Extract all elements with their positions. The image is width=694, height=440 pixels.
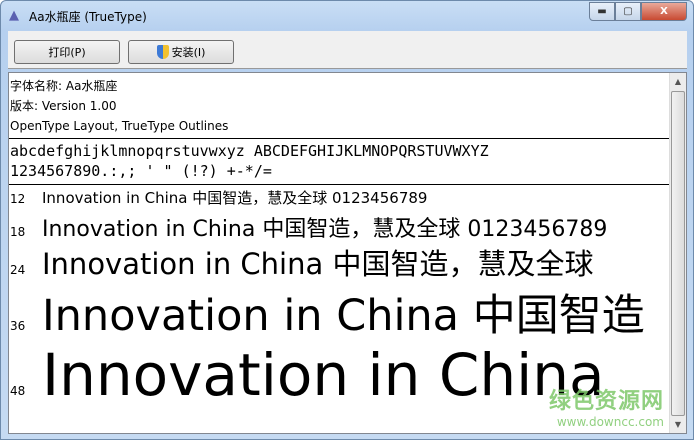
sample-size: 48 <box>10 384 26 398</box>
close-button[interactable]: X <box>641 2 687 21</box>
install-label: 安装(I) <box>171 46 206 59</box>
watermark: 绿色资源网 www.downcc.com <box>549 383 664 429</box>
sample-size: 12 <box>10 192 26 206</box>
scroll-up-arrow-icon[interactable]: ▲ <box>670 73 686 90</box>
sample-row: 18 Innovation in China 中国智造，慧及全球 01234567… <box>9 211 686 242</box>
watermark-url: www.downcc.com <box>556 415 664 429</box>
print-label: 打印(P) <box>48 46 86 59</box>
watermark-cn: 绿色资源网 <box>548 389 664 414</box>
font-type: OpenType Layout, TrueType Outlines <box>10 119 229 133</box>
sample-text: Innovation in China 中国智造，慧及全球 0123456789 <box>42 217 608 242</box>
sample-size: 24 <box>10 263 26 277</box>
font-viewer-window: ▲ Aa水瓶座 (TrueType) ▬ ▢ X 打印(P) 安装(I) 字体名… <box>0 0 694 440</box>
charset-symbols: 1234567890.:,; ' " (!?) +-*/= <box>10 162 272 180</box>
sample-text: Innovation in China 中国智造，慧及全球 <box>42 247 594 281</box>
sample-row: 24 Innovation in China 中国智造，慧及全球 <box>9 241 686 281</box>
divider <box>9 184 676 185</box>
title-bar: ▲ Aa水瓶座 (TrueType) <box>9 7 147 25</box>
uac-shield-icon <box>156 45 169 59</box>
font-name: 字体名称: Aa水瓶座 <box>10 79 118 93</box>
charset-letters: abcdefghijklmnopqrstuvwxyz ABCDEFGHIJKLM… <box>10 142 489 160</box>
sample-text: Innovation in China <box>42 341 605 409</box>
sample-size: 18 <box>10 225 26 239</box>
print-button[interactable]: 打印(P) <box>14 40 120 64</box>
sample-size: 36 <box>10 319 26 333</box>
sample-row: 12 Innovation in China 中国智造，慧及全球 01234567… <box>9 187 686 211</box>
install-button[interactable]: 安装(I) <box>128 40 234 64</box>
minimize-button[interactable]: ▬ <box>589 2 615 21</box>
font-preview: 字体名称: Aa水瓶座 版本: Version 1.00 OpenType La… <box>8 72 687 434</box>
sample-row: 36 Innovation in China 中国智造 <box>9 281 686 341</box>
font-app-icon: ▲ <box>9 8 19 23</box>
sample-text: Innovation in China 中国智造 <box>42 291 645 341</box>
scroll-down-arrow-icon[interactable]: ▼ <box>670 416 686 433</box>
font-version: 版本: Version 1.00 <box>10 99 117 113</box>
window-title: Aa水瓶座 (TrueType) <box>29 9 147 24</box>
scroll-thumb[interactable] <box>671 91 685 416</box>
sample-text: Innovation in China 中国智造，慧及全球 0123456789 <box>42 189 428 207</box>
vertical-scrollbar[interactable]: ▲ ▼ <box>669 73 686 433</box>
maximize-button[interactable]: ▢ <box>615 2 641 21</box>
toolbar: 打印(P) 安装(I) <box>8 31 687 69</box>
